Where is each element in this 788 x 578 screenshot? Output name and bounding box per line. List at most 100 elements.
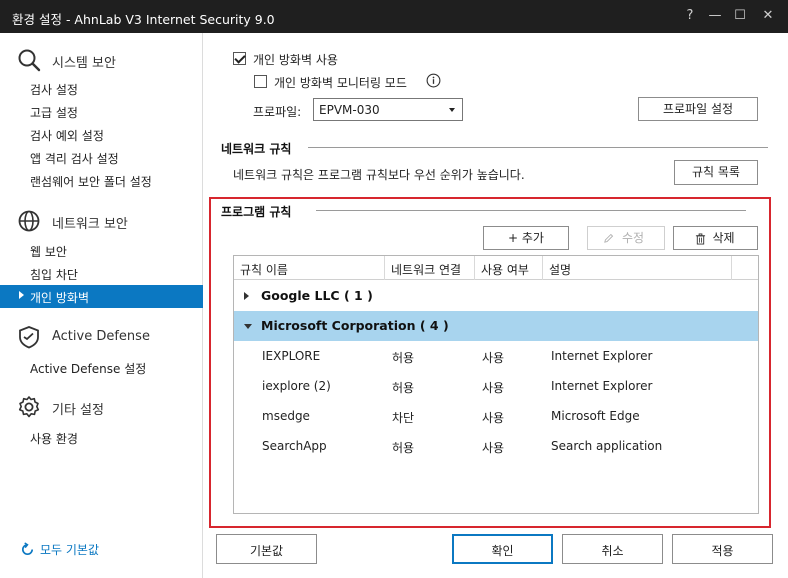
sidebar-item-label: 검사 예외 설정 [30,129,104,143]
sidebar-item-label: 랜섬웨어 보안 폴더 설정 [30,175,152,189]
sidebar-item-label: 침입 차단 [30,268,78,282]
section-divider [308,147,768,148]
window-title: 환경 설정 - AhnLab V3 Internet Security 9.0 [12,12,275,27]
cell-usage: 사용 [482,351,505,365]
sidebar-section-network[interactable]: 네트워크 보안 [0,206,203,236]
cancel-button[interactable]: 취소 [562,534,663,564]
sidebar-section-label: 네트워크 보안 [52,217,128,232]
sidebar-item-intrusion-block[interactable]: 침입 차단 [0,262,203,285]
sidebar-item-label: 사용 환경 [30,432,78,446]
shield-icon [19,326,39,349]
sidebar-item-usage-environment[interactable]: 사용 환경 [0,426,203,449]
sidebar-item-advanced-settings[interactable]: 고급 설정 [0,100,203,123]
profile-select[interactable]: EPVM-030 [313,98,463,121]
cell-rule-name: IEXPLORE [262,349,321,363]
add-rule-button[interactable]: + 추가 [483,226,569,250]
cell-rule-name: msedge [262,409,310,423]
main-panel: 개인 방화벽 사용 개인 방화벽 모니터링 모드 프로파일: EPVM-030 … [204,33,788,578]
program-rules-title: 프로그램 규칙 [221,205,292,219]
rule-list-button[interactable]: 규칙 목록 [674,160,758,185]
sidebar-section-label: Active Defense [52,329,150,344]
profile-select-value: EPVM-030 [319,103,380,117]
sidebar-section-system[interactable]: 시스템 보안 [0,45,203,75]
help-button[interactable]: ? [680,6,700,26]
section-divider [316,210,746,211]
table-row[interactable]: iexplore (2) 허용 사용 Internet Explorer [234,371,758,401]
caret-right-icon [19,291,24,299]
sidebar-item-label: 고급 설정 [30,106,78,120]
sidebar-item-web-security[interactable]: 웹 보안 [0,239,203,262]
table-header: 규칙 이름 네트워크 연결 사용 여부 설명 [234,256,758,280]
cell-rule-name: iexplore (2) [262,379,331,393]
defaults-button[interactable]: 기본값 [216,534,317,564]
close-button[interactable]: ✕ [758,6,778,26]
cell-rule-name: SearchApp [262,439,327,453]
cell-connection: 차단 [392,411,415,425]
pencil-icon [604,233,614,243]
apply-button[interactable]: 적용 [672,534,773,564]
sidebar-item-label: 개인 방화벽 [30,291,90,305]
expand-arrow-icon[interactable] [244,292,249,300]
sidebar-section-other[interactable]: 기타 설정 [0,392,203,422]
collapse-arrow-icon[interactable] [244,324,252,329]
sidebar-item-label: 웹 보안 [30,245,67,259]
delete-rule-button[interactable]: 삭제 [673,226,758,250]
trash-icon [695,233,706,245]
group-name: Microsoft Corporation ( 4 ) [261,318,449,333]
reset-icon [22,542,34,555]
cell-usage: 사용 [482,411,505,425]
maximize-button[interactable]: ☐ [730,6,750,26]
program-rules-table: 규칙 이름 네트워크 연결 사용 여부 설명 Google LLC ( 1 ) … [233,255,759,514]
sidebar-section-label: 시스템 보안 [52,56,116,71]
sidebar-item-ransomware-folder[interactable]: 랜섬웨어 보안 폴더 설정 [0,169,203,192]
reset-all-label: 모두 기본값 [40,543,100,557]
table-group-row[interactable]: Microsoft Corporation ( 4 ) [234,311,758,341]
ok-button[interactable]: 확인 [452,534,553,564]
enable-firewall-label: 개인 방화벽 사용 [253,53,338,67]
edit-rule-button[interactable]: 수정 [587,226,665,250]
cell-description: Internet Explorer [551,349,653,363]
monitoring-mode-checkbox[interactable] [254,75,267,88]
sidebar-item-label: 앱 격리 검사 설정 [30,152,119,166]
title-bar: 환경 설정 - AhnLab V3 Internet Security 9.0 … [0,0,788,33]
monitoring-mode-label: 개인 방화벽 모니터링 모드 [274,76,407,90]
table-row[interactable]: SearchApp 허용 사용 Search application [234,431,758,461]
sidebar-item-scan-settings[interactable]: 검사 설정 [0,77,203,100]
network-rules-title: 네트워크 규칙 [221,142,292,156]
cell-description: Search application [551,439,663,453]
column-header-usage[interactable]: 사용 여부 [475,256,543,280]
sidebar-item-active-defense-settings[interactable]: Active Defense 설정 [0,356,203,379]
sidebar-item-label: Active Defense 설정 [30,362,147,376]
cell-usage: 사용 [482,441,505,455]
sidebar-section-active-defense[interactable]: Active Defense [0,322,203,352]
search-icon [18,49,41,72]
cell-connection: 허용 [392,351,415,365]
profile-settings-button[interactable]: 프로파일 설정 [638,97,758,121]
table-row[interactable]: IEXPLORE 허용 사용 Internet Explorer [234,341,758,371]
profile-label: 프로파일: [253,105,302,119]
column-header-network-connection[interactable]: 네트워크 연결 [385,256,475,280]
info-icon[interactable] [426,73,441,88]
minimize-button[interactable]: — [705,6,725,26]
gear-icon [18,396,40,418]
sidebar-item-personal-firewall[interactable]: 개인 방화벽 [0,285,203,308]
column-header-rule-name[interactable]: 규칙 이름 [234,256,385,280]
sidebar-item-scan-exclusions[interactable]: 검사 예외 설정 [0,123,203,146]
enable-firewall-checkbox[interactable] [233,52,246,65]
table-row[interactable]: msedge 차단 사용 Microsoft Edge [234,401,758,431]
column-header-description[interactable]: 설명 [543,256,732,280]
cell-description: Microsoft Edge [551,409,640,423]
table-group-row[interactable]: Google LLC ( 1 ) [234,281,758,311]
globe-icon [18,210,40,232]
cell-connection: 허용 [392,381,415,395]
chevron-down-icon [449,108,455,112]
network-rules-description: 네트워크 규칙은 프로그램 규칙보다 우선 순위가 높습니다. [233,168,525,182]
sidebar: 시스템 보안 검사 설정 고급 설정 검사 예외 설정 앱 격리 검사 설정 랜… [0,33,203,578]
group-name: Google LLC ( 1 ) [261,288,373,303]
cell-description: Internet Explorer [551,379,653,393]
cell-connection: 허용 [392,441,415,455]
cell-usage: 사용 [482,381,505,395]
sidebar-item-label: 검사 설정 [30,83,78,97]
sidebar-section-label: 기타 설정 [52,403,104,418]
sidebar-item-app-isolation-scan[interactable]: 앱 격리 검사 설정 [0,146,203,169]
